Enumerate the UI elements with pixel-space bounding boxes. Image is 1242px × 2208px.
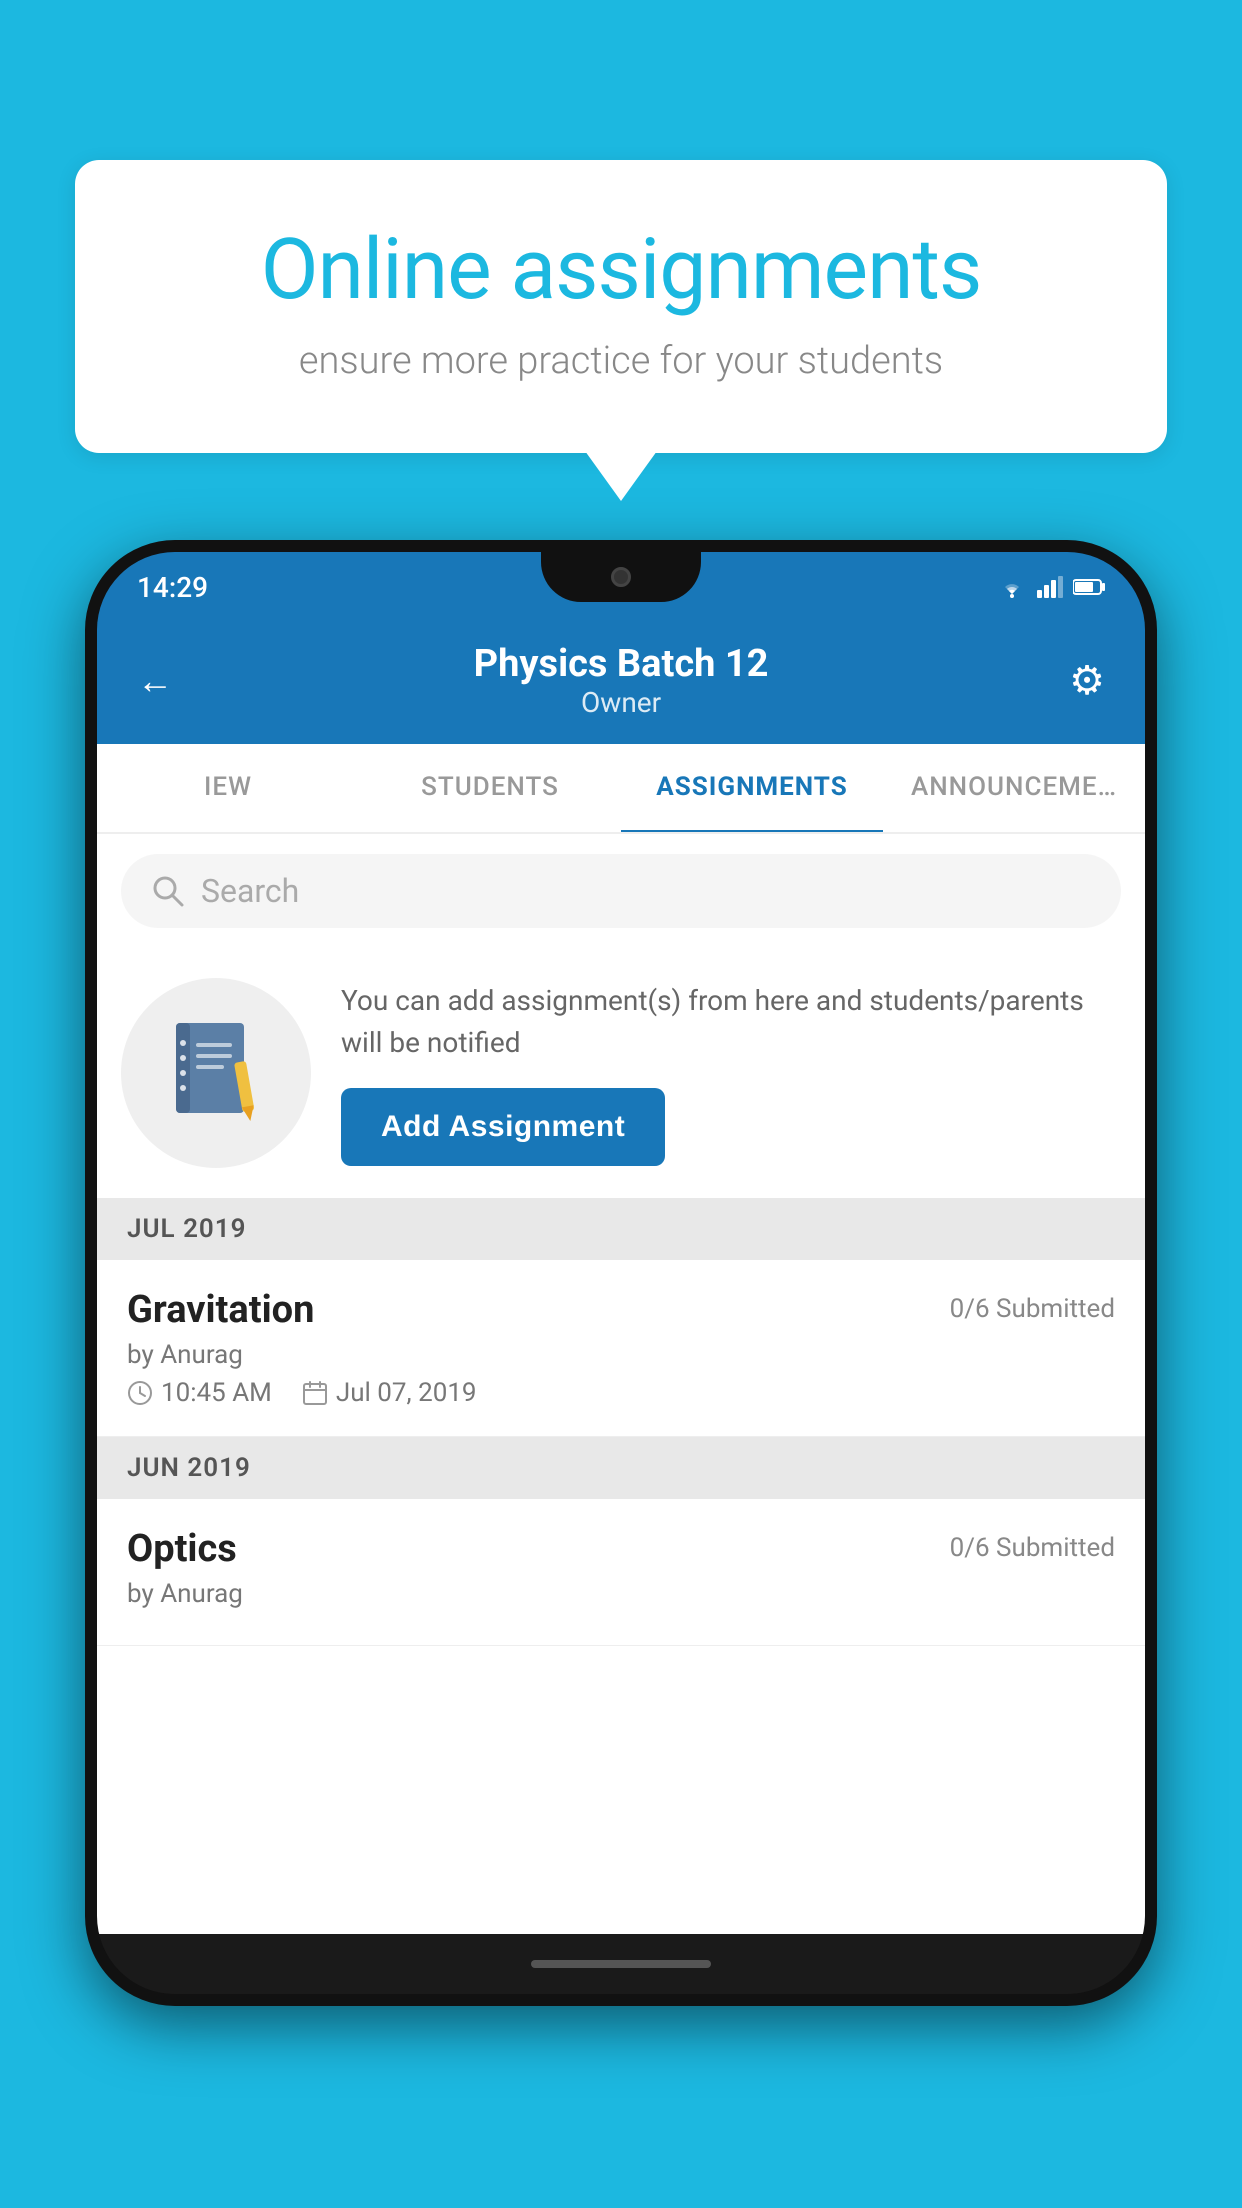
optics-name: Optics xyxy=(127,1527,237,1571)
calendar-icon xyxy=(302,1380,328,1406)
search-box[interactable]: Search xyxy=(121,854,1121,928)
back-button[interactable]: ← xyxy=(137,660,173,702)
header-title: Physics Batch 12 xyxy=(474,642,769,686)
assignment-date: Jul 07, 2019 xyxy=(302,1378,477,1408)
section-jul-label: JUL 2019 xyxy=(127,1214,247,1244)
settings-icon[interactable]: ⚙ xyxy=(1069,657,1105,704)
speech-bubble-subtitle: ensure more practice for your students xyxy=(145,339,1097,383)
power-button xyxy=(1155,832,1157,972)
search-container: Search xyxy=(97,834,1145,948)
assignment-name: Gravitation xyxy=(127,1288,314,1332)
assignment-optics[interactable]: Optics 0/6 Submitted by Anurag xyxy=(97,1499,1145,1646)
home-indicator xyxy=(531,1960,711,1968)
promo-icon-circle xyxy=(121,978,311,1168)
add-assignment-button[interactable]: Add Assignment xyxy=(341,1088,665,1166)
header-subtitle: Owner xyxy=(474,686,769,719)
optics-author: by Anurag xyxy=(127,1579,1115,1609)
camera xyxy=(611,567,631,587)
tab-assignments[interactable]: ASSIGNMENTS xyxy=(621,744,883,834)
notebook-icon xyxy=(166,1018,266,1128)
time-value: 10:45 AM xyxy=(161,1378,272,1408)
assignment-author: by Anurag xyxy=(127,1340,1115,1370)
phone-bottom xyxy=(97,1934,1145,1994)
optics-top-row: Optics 0/6 Submitted xyxy=(127,1527,1115,1571)
header-title-block: Physics Batch 12 Owner xyxy=(474,642,769,719)
status-bar: 14:29 xyxy=(97,552,1145,622)
optics-status: 0/6 Submitted xyxy=(950,1533,1115,1563)
section-jul-2019: JUL 2019 xyxy=(97,1198,1145,1260)
section-jun-label: JUN 2019 xyxy=(127,1453,251,1483)
notch xyxy=(541,552,701,602)
assignment-status: 0/6 Submitted xyxy=(950,1294,1115,1324)
promo-text-block: You can add assignment(s) from here and … xyxy=(341,980,1121,1166)
assignment-top-row: Gravitation 0/6 Submitted xyxy=(127,1288,1115,1332)
status-icons xyxy=(997,576,1105,598)
section-jun-2019: JUN 2019 xyxy=(97,1437,1145,1499)
tab-students[interactable]: STUDENTS xyxy=(359,744,621,832)
speech-bubble-title: Online assignments xyxy=(145,220,1097,319)
phone-container: 14:29 xyxy=(85,540,1157,2006)
phone-side-right xyxy=(1155,832,1157,972)
speech-bubble-container: Online assignments ensure more practice … xyxy=(75,160,1167,453)
phone: 14:29 xyxy=(85,540,1157,2006)
phone-side-left xyxy=(85,752,87,952)
search-input[interactable]: Search xyxy=(201,872,299,910)
battery-icon xyxy=(1073,578,1105,596)
app-header: ← Physics Batch 12 Owner ⚙ xyxy=(97,622,1145,744)
promo-section: You can add assignment(s) from here and … xyxy=(97,948,1145,1198)
status-time: 14:29 xyxy=(137,571,208,604)
date-value: Jul 07, 2019 xyxy=(336,1378,477,1408)
assignment-meta: 10:45 AM Jul 07, 2019 xyxy=(127,1378,1115,1408)
speech-bubble: Online assignments ensure more practice … xyxy=(75,160,1167,453)
volume-down-button xyxy=(85,852,87,932)
tabs-bar: IEW STUDENTS ASSIGNMENTS ANNOUNCEME… xyxy=(97,744,1145,834)
search-icon xyxy=(151,874,185,908)
promo-description: You can add assignment(s) from here and … xyxy=(341,980,1121,1064)
signal-icon xyxy=(1037,576,1063,598)
tab-iew[interactable]: IEW xyxy=(97,744,359,832)
phone-content: Search xyxy=(97,834,1145,1934)
assignment-time: 10:45 AM xyxy=(127,1378,272,1408)
volume-up-button xyxy=(85,752,87,832)
clock-icon xyxy=(127,1380,153,1406)
tab-announcements[interactable]: ANNOUNCEME… xyxy=(883,744,1145,832)
wifi-icon xyxy=(997,576,1027,598)
assignment-gravitation[interactable]: Gravitation 0/6 Submitted by Anurag 10:4… xyxy=(97,1260,1145,1437)
